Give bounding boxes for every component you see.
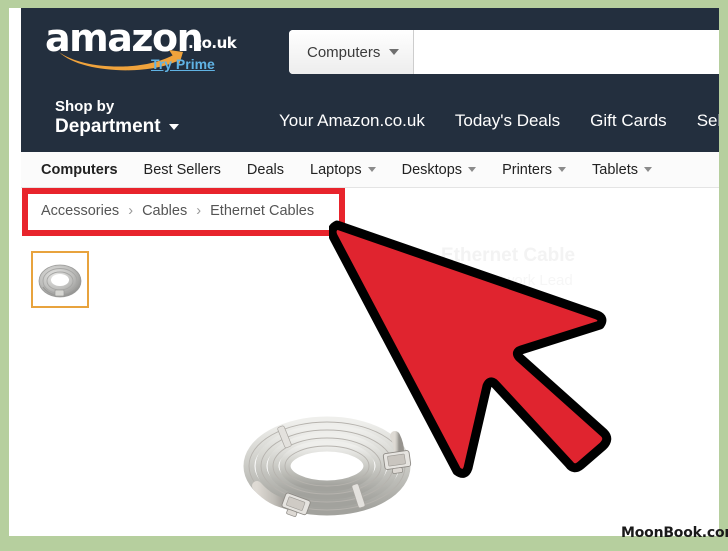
subnav-label: Deals	[246, 161, 284, 178]
watermark: MoonBook.com	[621, 525, 728, 541]
breadcrumb-separator: ›	[128, 203, 134, 219]
subnav-label: Desktops	[401, 161, 463, 178]
nav-link-your-amazon[interactable]: Your Amazon.co.uk	[279, 111, 425, 131]
subnav-label: Computers	[41, 161, 118, 178]
nav-link-sell[interactable]: Sell	[697, 111, 719, 131]
amazon-tld-label: .co.uk	[188, 34, 237, 52]
subnav-item-tablets[interactable]: Tablets	[592, 162, 652, 178]
subnav-label: Printers	[502, 161, 553, 178]
amazon-header-bar: amazon .co.uk Try Prime Computers	[21, 8, 719, 83]
ethernet-cable-thumbnail-icon	[38, 264, 82, 297]
subnav-label: Tablets	[592, 161, 638, 178]
chevron-down-icon	[389, 49, 400, 55]
subnav-label: Laptops	[310, 161, 362, 178]
subnav-item-computers[interactable]: Computers	[41, 162, 118, 178]
browser-page: amazon .co.uk Try Prime Computers Shop b…	[9, 8, 719, 536]
breadcrumb-item-ethernet-cables[interactable]: Ethernet Cables	[210, 203, 314, 219]
subnav-label: Best Sellers	[143, 161, 221, 178]
amazon-secondary-bar: Shop by Department Your Amazon.co.uk Tod…	[21, 83, 719, 152]
nav-link-gift-cards[interactable]: Gift Cards	[590, 111, 667, 131]
search-category-dropdown[interactable]: Computers	[289, 30, 415, 74]
shop-by-line1: Shop by	[55, 98, 115, 115]
product-thumbnail[interactable]	[31, 251, 89, 308]
screenshot-frame: amazon .co.uk Try Prime Computers Shop b…	[0, 0, 728, 551]
chevron-down-icon	[468, 167, 477, 172]
subnav-item-best-sellers[interactable]: Best Sellers	[144, 162, 221, 178]
chevron-down-icon	[168, 124, 179, 130]
shop-by-department-label: Department	[55, 116, 161, 137]
try-prime-link[interactable]: Try Prime	[151, 56, 215, 72]
search-category-label: Computers	[307, 43, 381, 61]
breadcrumb-item-accessories[interactable]: Accessories	[41, 203, 119, 219]
shop-by-department-button[interactable]: Shop by Department	[55, 97, 179, 137]
breadcrumb: Accessories › Cables › Ethernet Cables	[41, 203, 314, 219]
shop-by-line2-wrap: Department	[55, 117, 179, 137]
nav-link-todays-deals[interactable]: Today's Deals	[455, 111, 560, 131]
header-nav-links: Your Amazon.co.uk Today's Deals Gift Car…	[279, 111, 719, 131]
breadcrumb-separator: ›	[196, 203, 202, 219]
subnav-item-laptops[interactable]: Laptops	[310, 162, 376, 178]
subnav-item-deals[interactable]: Deals	[247, 162, 284, 178]
chevron-down-icon	[558, 167, 567, 172]
subnav-item-desktops[interactable]: Desktops	[401, 161, 477, 178]
category-subnav: Computers Best Sellers Deals Laptops Des…	[21, 152, 719, 188]
arrow-pointer-icon	[329, 220, 612, 478]
chevron-down-icon	[643, 167, 652, 172]
amazon-logo[interactable]: amazon .co.uk Try Prime	[45, 18, 237, 72]
search-bar[interactable]: Computers	[289, 30, 719, 74]
search-input[interactable]	[414, 30, 719, 74]
breadcrumb-item-cables[interactable]: Cables	[142, 203, 187, 219]
subnav-item-printers[interactable]: Printers	[502, 161, 567, 178]
chevron-down-icon	[367, 167, 376, 172]
